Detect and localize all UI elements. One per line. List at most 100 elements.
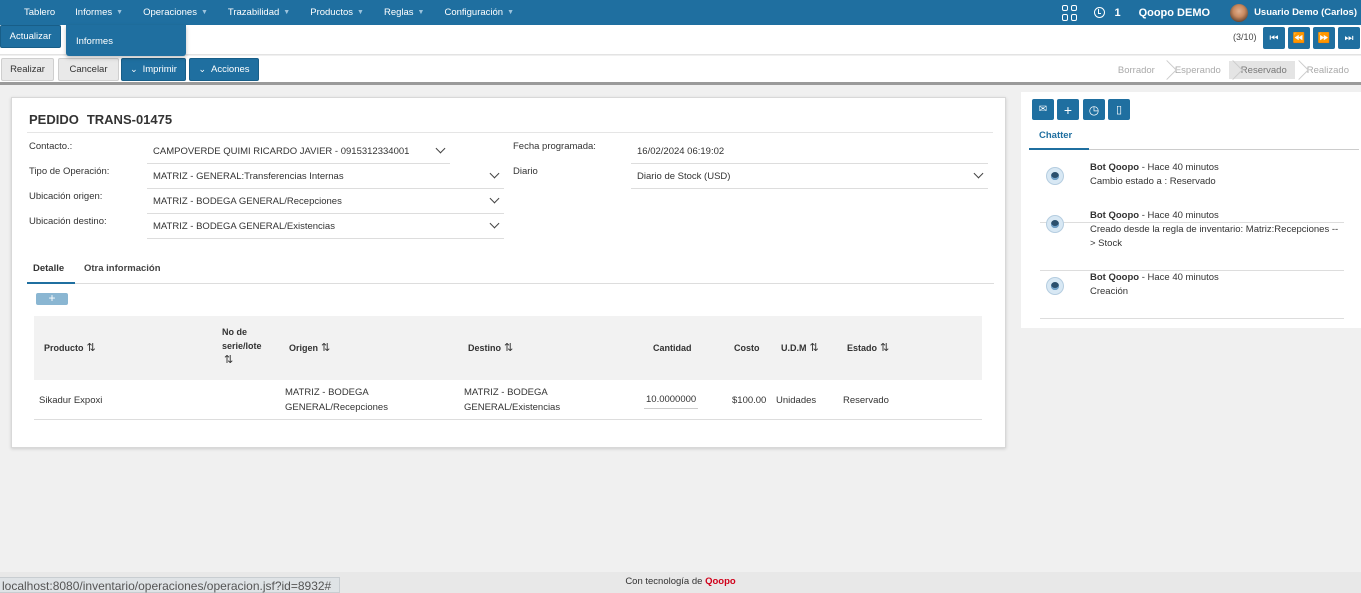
clock-icon [1094,7,1106,18]
chevron-down-icon [489,193,500,204]
sort-icon: ⇅ [809,342,819,354]
destination-location-label: Ubicación destino: [29,216,107,227]
chatter-panel: ✉ + ◷ ▯ Chatter Bot Qoopo - Hace 40 minu… [1021,92,1361,328]
chevron-down-icon: ⌄ [198,64,206,74]
company-name[interactable]: Qoopo DEMO [1139,7,1211,19]
page-title: PEDIDO TRANS-01475 [29,112,173,127]
active-tab-indicator [1029,148,1089,150]
column-header-serial[interactable]: No de serie/lote ⇅ [222,325,262,367]
attachment-button[interactable]: ▯ [1108,99,1130,120]
informes-dropdown-menu: Informes [66,25,186,56]
tab-detalle[interactable]: Detalle [33,263,64,274]
chevron-down-icon: ▼ [116,9,124,16]
chevron-down-icon: ▼ [417,9,425,16]
nav-configuracion[interactable]: Configuración ▼ [434,0,524,25]
column-header-origin[interactable]: Origen ⇅ [289,341,330,355]
pager-count: (3/10) [1233,32,1257,42]
status-borrador[interactable]: Borrador [1106,61,1163,79]
nav-reglas[interactable]: Reglas ▼ [374,0,435,25]
status-esperando[interactable]: Esperando [1163,61,1229,79]
sort-icon: ⇅ [321,342,330,354]
column-header-destination[interactable]: Destino ⇅ [468,341,513,355]
skip-last-icon: ⏭ [1344,32,1354,44]
bot-avatar-icon [1046,167,1064,185]
tab-otra-informacion[interactable]: Otra información [84,263,161,274]
done-button[interactable]: Realizar [1,58,54,81]
form-tabs: Detalle Otra información [27,256,994,284]
bot-avatar-icon [1046,215,1064,233]
destination-location-select[interactable]: MATRIZ - BODEGA GENERAL/Existencias [147,214,504,239]
sort-icon: ⇅ [504,342,513,354]
chatter-message: Bot Qoopo - Hace 40 minutos Creación [1040,271,1344,311]
cell-uom: Unidades [776,395,817,406]
table-header: Producto ⇅ No de serie/lote ⇅ Origen ⇅ Desti… [34,316,982,380]
activity-counter[interactable]: 1 [1094,7,1121,19]
sort-icon: ⇅ [86,342,96,354]
cell-destination: MATRIZ - BODEGA GENERAL/Existencias [464,387,561,413]
chevron-down-icon [435,143,446,154]
envelope-icon: ✉ [1038,104,1048,115]
previous-record-button[interactable]: ⏪ [1288,27,1310,49]
apps-grid-icon[interactable] [1062,4,1078,21]
chatter-message: Bot Qoopo - Hace 40 minutos Cambio estado… [1040,161,1344,201]
nav-trazabilidad[interactable]: Trazabilidad ▼ [218,0,300,25]
schedule-activity-button[interactable]: ◷ [1083,99,1105,120]
next-record-button[interactable]: ⏩ [1313,27,1335,49]
column-header-state[interactable]: Estado ⇅ [847,341,889,355]
add-line-button[interactable]: + [36,292,68,305]
refresh-button[interactable]: Actualizar [0,25,61,48]
first-record-button[interactable]: ⏮ [1263,27,1285,49]
status-reservado[interactable]: Reservado [1228,61,1295,79]
message-divider [1040,318,1344,319]
dropdown-item-informes[interactable]: Informes [76,36,113,47]
column-header-product[interactable]: Producto ⇅ [44,341,96,355]
fast-forward-icon: ⏩ [1317,32,1331,44]
cell-origin: MATRIZ - BODEGA GENERAL/Recepciones [285,387,388,413]
status-realizado[interactable]: Realizado [1295,61,1357,79]
table-row-divider [34,419,982,420]
origin-location-select[interactable]: MATRIZ - BODEGA GENERAL/Recepciones [147,189,504,214]
contact-select[interactable]: CAMPOVERDE QUIMI RICARDO JAVIER - 091531… [147,139,450,164]
quantity-input[interactable]: 10.0000000 [644,391,698,409]
add-follower-button[interactable]: + [1057,99,1079,120]
cell-state: Reservado [843,395,889,406]
operation-type-select[interactable]: MATRIZ - GENERAL:Transferencias Internas [147,164,504,189]
action-bar: Realizar Cancelar ⌄ Imprimir ⌄ Acciones … [0,56,1361,85]
skip-first-icon: ⏮ [1269,32,1279,44]
nav-productos[interactable]: Productos ▼ [300,0,374,25]
contact-label: Contacto.: [29,141,73,152]
plus-icon: + [1063,101,1073,118]
browser-status-url: localhost:8080/inventario/operaciones/op… [0,577,341,593]
sort-icon: ⇅ [224,354,233,366]
active-tab-indicator [27,282,75,284]
main-menu: Tablero Informes ▼ Operaciones ▼ Trazabili… [14,0,524,25]
column-header-uom[interactable]: U.D.M ⇅ [781,341,819,355]
scheduled-date-field[interactable]: 16/02/2024 06:19:02 [631,139,988,164]
title-divider [27,132,993,133]
tab-chatter[interactable]: Chatter [1039,130,1072,141]
chevron-down-icon: ▼ [200,9,208,16]
journal-label: Diario [513,166,538,177]
sort-icon: ⇅ [880,342,889,354]
user-name[interactable]: Usuario Demo (Carlos) [1254,7,1357,18]
actions-button[interactable]: ⌄ Acciones [189,58,259,81]
nav-tablero[interactable]: Tablero [14,0,65,25]
chevron-down-icon: ▼ [507,9,515,16]
send-message-button[interactable]: ✉ [1032,99,1054,120]
footer-brand[interactable]: Qoopo [705,576,736,587]
cell-cost: $100.00 [732,395,767,406]
user-area: 1 Qoopo DEMO Usuario Demo (Carlos) [1062,0,1361,25]
column-header-cost: Costo [734,343,760,353]
last-record-button[interactable]: ⏭ [1338,27,1360,49]
print-button[interactable]: ⌄ Imprimir [121,58,186,81]
nav-operaciones[interactable]: Operaciones ▼ [133,0,218,25]
bot-avatar-icon [1046,277,1064,295]
nav-informes[interactable]: Informes ▼ [65,0,133,25]
clock-icon: ◷ [1088,102,1100,117]
journal-select[interactable]: Diario de Stock (USD) [631,164,988,189]
top-navigation-bar: Tablero Informes ▼ Operaciones ▼ Trazabili… [0,0,1361,25]
record-toolbar: Actualizar (3/10) ⏮ ⏪ ⏩ ⏭ [0,25,1361,55]
user-avatar[interactable] [1230,3,1249,22]
chevron-down-icon: ⌄ [130,64,138,74]
cancel-button[interactable]: Cancelar [58,58,119,81]
